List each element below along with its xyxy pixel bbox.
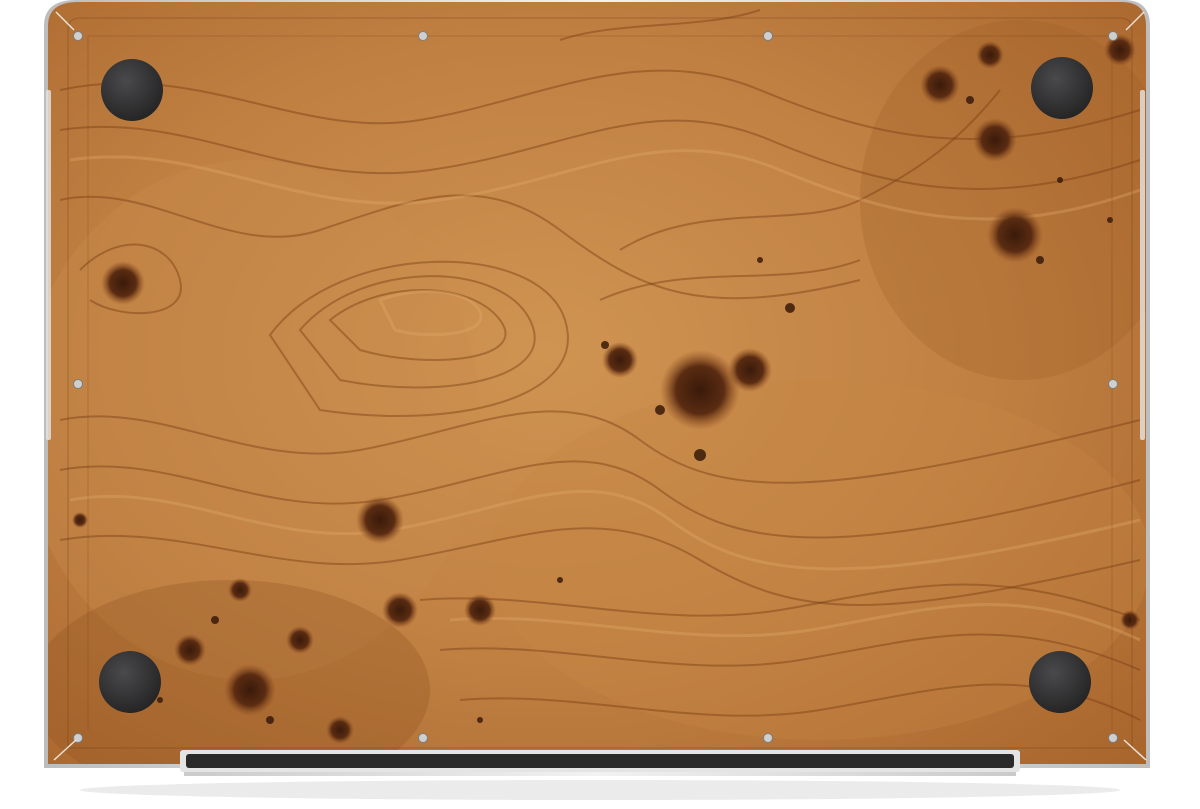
screw	[1108, 379, 1118, 389]
rubber-foot-top-right	[1031, 57, 1093, 119]
left-edge-vent	[46, 90, 51, 440]
screw	[418, 733, 428, 743]
laptop-bottom-illustration	[44, 0, 1150, 800]
screw	[73, 379, 83, 389]
wood-skin	[48, 2, 1146, 772]
screw	[1108, 31, 1118, 41]
screw	[763, 733, 773, 743]
drop-shadow	[80, 780, 1120, 800]
rubber-foot-top-left	[101, 59, 163, 121]
rubber-foot-bottom-right	[1029, 651, 1091, 713]
screw	[73, 31, 83, 41]
rubber-foot-bottom-left	[99, 651, 161, 713]
screw	[1108, 733, 1118, 743]
product-photo	[0, 0, 1200, 809]
hinge-bar	[186, 754, 1014, 768]
screw	[763, 31, 773, 41]
right-edge-vent	[1140, 90, 1145, 440]
screw	[418, 31, 428, 41]
